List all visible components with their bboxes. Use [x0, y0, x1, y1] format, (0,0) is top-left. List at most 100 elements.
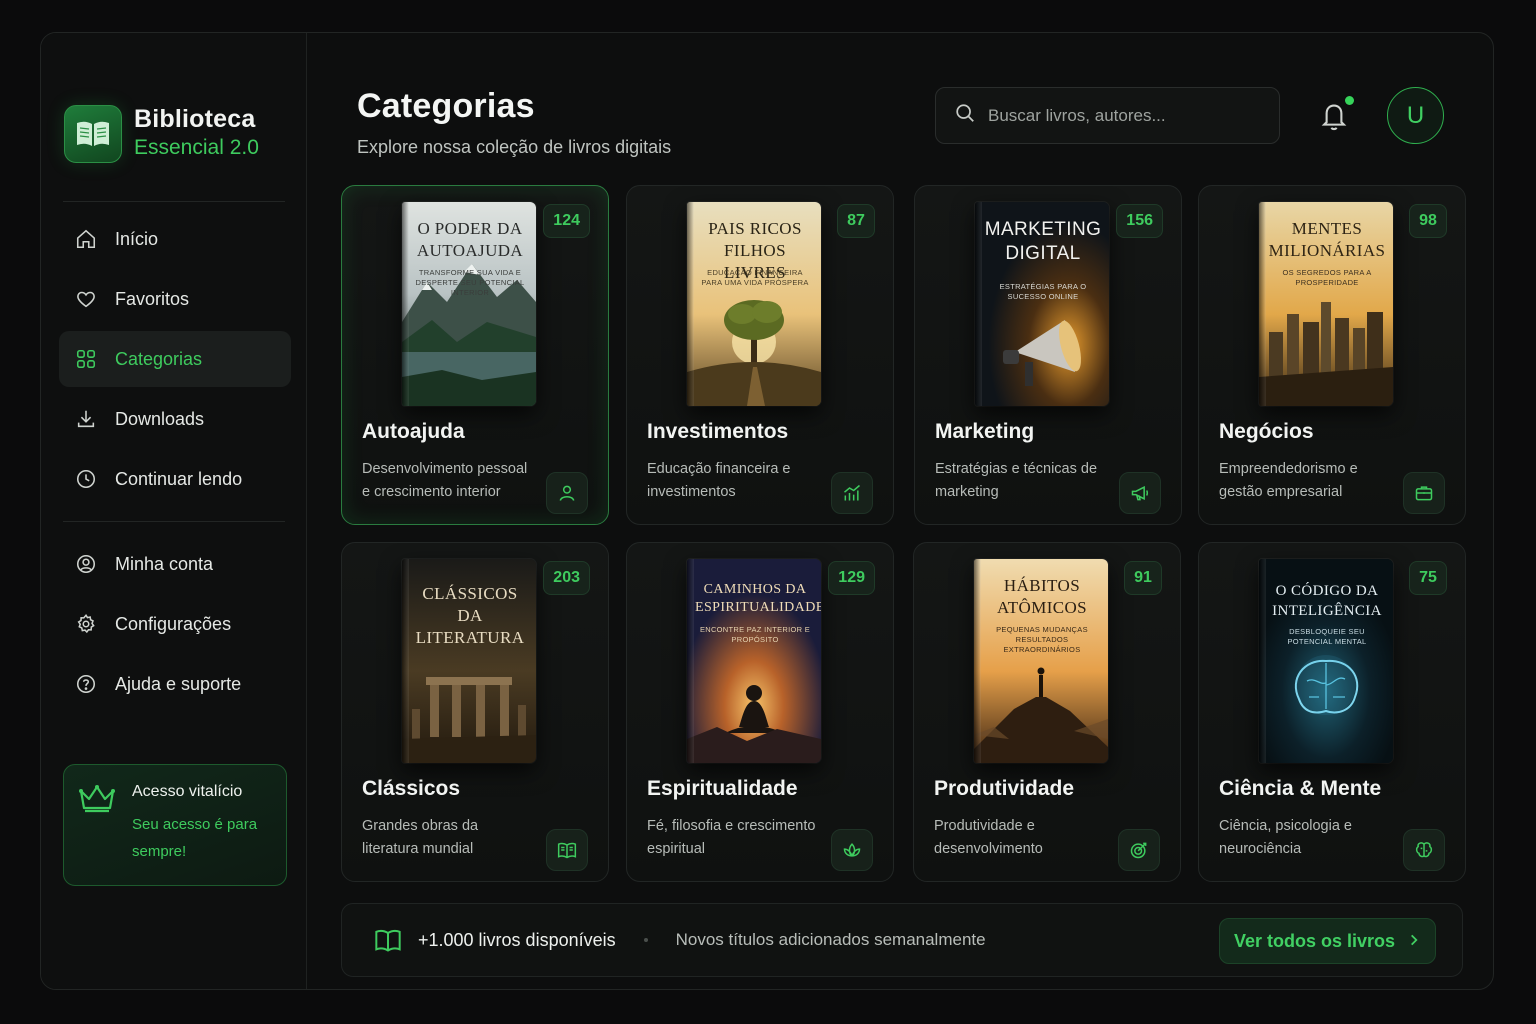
book-title: O PODER DA AUTOAJUDA — [416, 219, 524, 260]
page-title: Categorias — [357, 87, 535, 125]
sidebar-item-inicio[interactable]: Início — [59, 211, 291, 267]
book-subtitle: TRANSFORME SUA VIDA E DESPERTE SEU POTEN… — [415, 268, 525, 297]
grid-icon — [75, 348, 97, 370]
book-cover[interactable]: MARKETING DIGITAL ESTRATÉGIAS PARA O SUC… — [975, 202, 1109, 406]
lotus-icon — [831, 829, 873, 871]
sidebar-secondary-nav: Minha conta Configurações Ajuda e suport… — [59, 536, 291, 716]
search-icon — [954, 102, 976, 129]
book-subtitle: ESTRATÉGIAS PARA O SUCESSO ONLINE — [999, 282, 1087, 301]
book-cover[interactable]: MENTES MILIONÁRIAS OS SEGREDOS PARA A PR… — [1259, 202, 1393, 406]
category-card-negocios[interactable]: MENTES MILIONÁRIAS OS SEGREDOS PARA A PR… — [1198, 185, 1466, 525]
open-book-icon — [374, 926, 402, 954]
book-cover[interactable]: CLÁSSICOS DA LITERATURA — [402, 559, 536, 763]
book-title: O CÓDIGO DA INTELIGÊNCIA — [1272, 583, 1382, 619]
notification-bell-icon[interactable] — [1319, 100, 1351, 132]
category-description: Ciência, psicologia e neurociência — [1219, 818, 1352, 857]
sidebar-item-label: Configurações — [115, 613, 232, 634]
search-bar[interactable] — [935, 87, 1280, 144]
category-title: Marketing — [935, 420, 1035, 443]
brand[interactable]: Biblioteca Essencial 2.0 — [64, 105, 259, 163]
category-card-ciencia-mente[interactable]: O CÓDIGO DA INTELIGÊNCIA DESBLOQUEIE SEU… — [1198, 542, 1466, 882]
category-card-investimentos[interactable]: PAIS RICOS FILHOS LIVRES EDUCAÇÃO FINANC… — [626, 185, 894, 525]
sidebar-item-favoritos[interactable]: Favoritos — [59, 271, 291, 327]
download-icon — [75, 408, 97, 430]
library-summary-bar: +1.000 livros disponíveis Novos títulos … — [341, 903, 1463, 977]
category-description: Fé, filosofia e crescimento espiritual — [647, 818, 816, 857]
book-cover[interactable]: CAMINHOS DA ESPIRITUALIDADE ENCONTRE PAZ… — [687, 559, 821, 763]
chevron-right-icon — [1407, 931, 1421, 952]
sidebar: Biblioteca Essencial 2.0 Início Favorito… — [41, 33, 307, 989]
books-available-count: +1.000 livros disponíveis — [418, 929, 616, 950]
briefcase-icon — [1403, 472, 1445, 514]
sidebar-item-minha-conta[interactable]: Minha conta — [59, 536, 291, 592]
book-title: MENTES MILIONÁRIAS — [1268, 219, 1386, 260]
sidebar-item-configuracoes[interactable]: Configurações — [59, 596, 291, 652]
category-title: Espiritualidade — [647, 777, 798, 800]
book-subtitle: ENCONTRE PAZ INTERIOR E PROPÓSITO — [699, 625, 811, 644]
sidebar-item-categorias[interactable]: Categorias — [59, 331, 291, 387]
book-cover[interactable]: O PODER DA AUTOAJUDA TRANSFORME SUA VIDA… — [402, 202, 536, 406]
home-icon — [75, 228, 97, 250]
category-description: Produtividade e desenvolvimento — [934, 818, 1043, 857]
separator-dot — [643, 938, 648, 942]
access-title: Acesso vitalício — [132, 783, 243, 800]
target-icon — [1118, 829, 1160, 871]
sidebar-item-downloads[interactable]: Downloads — [59, 391, 291, 447]
book-count-badge: 87 — [837, 204, 875, 238]
book-subtitle: PEQUENAS MUDANÇAS RESULTADOS EXTRAORDINÁ… — [996, 625, 1088, 654]
sidebar-divider — [63, 201, 285, 202]
sidebar-item-label: Início — [115, 228, 159, 249]
category-title: Autoajuda — [362, 420, 465, 443]
clock-icon — [75, 468, 97, 490]
book-count-badge: 203 — [543, 561, 590, 595]
book-count-badge: 98 — [1409, 204, 1447, 238]
sidebar-item-label: Minha conta — [115, 553, 214, 574]
page-subtitle: Explore nossa coleção de livros digitais — [357, 137, 672, 157]
view-all-books-label: Ver todos os livros — [1233, 930, 1396, 951]
category-title: Investimentos — [647, 420, 789, 443]
book-subtitle: EDUCAÇÃO FINANCEIRA PARA UMA VIDA PRÓSPE… — [701, 268, 809, 287]
sidebar-item-label: Favoritos — [115, 288, 190, 309]
book-title: HÁBITOS ATÔMICOS — [996, 576, 1088, 617]
lifetime-access-card[interactable]: Acesso vitalício Seu acesso é para sempr… — [63, 764, 287, 886]
brand-title: Biblioteca — [134, 105, 256, 133]
chart-bars-icon — [831, 472, 873, 514]
book-subtitle: OS SEGREDOS PARA A PROSPERIDADE — [1282, 268, 1372, 287]
book-icon — [546, 829, 588, 871]
gear-icon — [75, 613, 97, 635]
book-count-badge: 156 — [1116, 204, 1163, 238]
category-title: Negócios — [1219, 420, 1314, 443]
open-book-icon — [64, 105, 122, 163]
book-subtitle: DESBLOQUEIE SEU POTENCIAL MENTAL — [1287, 627, 1367, 646]
category-title: Produtividade — [934, 777, 1075, 800]
access-subtitle: Seu acesso é para sempre! — [132, 816, 258, 860]
brain-icon — [1403, 829, 1445, 871]
category-title: Clássicos — [362, 777, 461, 800]
category-description: Grandes obras da literatura mundial — [362, 818, 479, 857]
category-card-produtividade[interactable]: HÁBITOS ATÔMICOS PEQUENAS MUDANÇAS RESUL… — [913, 542, 1181, 882]
book-count-badge: 91 — [1124, 561, 1162, 595]
sidebar-item-ajuda[interactable]: Ajuda e suporte — [59, 656, 291, 712]
book-title: MARKETING DIGITAL — [984, 219, 1102, 264]
notification-dot — [1345, 96, 1354, 105]
book-title: CAMINHOS DA ESPIRITUALIDADE — [695, 582, 821, 615]
view-all-books-button[interactable]: Ver todos os livros — [1219, 918, 1436, 964]
book-cover[interactable]: O CÓDIGO DA INTELIGÊNCIA DESBLOQUEIE SEU… — [1259, 559, 1393, 763]
sidebar-item-continuar-lendo[interactable]: Continuar lendo — [59, 451, 291, 507]
category-title: Ciência & Mente — [1219, 777, 1382, 800]
book-cover[interactable]: PAIS RICOS FILHOS LIVRES EDUCAÇÃO FINANC… — [687, 202, 821, 406]
search-input[interactable] — [988, 105, 1258, 126]
app-window: Biblioteca Essencial 2.0 Início Favorito… — [40, 32, 1494, 990]
category-card-marketing[interactable]: MARKETING DIGITAL ESTRATÉGIAS PARA O SUC… — [914, 185, 1182, 525]
category-card-espiritualidade[interactable]: CAMINHOS DA ESPIRITUALIDADE ENCONTRE PAZ… — [626, 542, 894, 882]
sidebar-item-label: Downloads — [115, 408, 205, 429]
book-cover[interactable]: HÁBITOS ATÔMICOS PEQUENAS MUDANÇAS RESUL… — [974, 559, 1108, 763]
user-circle-icon — [75, 553, 97, 575]
help-icon — [75, 673, 97, 695]
person-icon — [546, 472, 588, 514]
category-card-classicos[interactable]: CLÁSSICOS DA LITERATURA 203 Clássicos Gr… — [341, 542, 609, 882]
category-description: Desenvolvimento pessoal e crescimento in… — [362, 461, 528, 500]
avatar[interactable]: U — [1387, 87, 1444, 144]
category-card-autoajuda[interactable]: O PODER DA AUTOAJUDA TRANSFORME SUA VIDA… — [341, 185, 609, 525]
category-description: Educação financeira e investimentos — [647, 461, 791, 500]
